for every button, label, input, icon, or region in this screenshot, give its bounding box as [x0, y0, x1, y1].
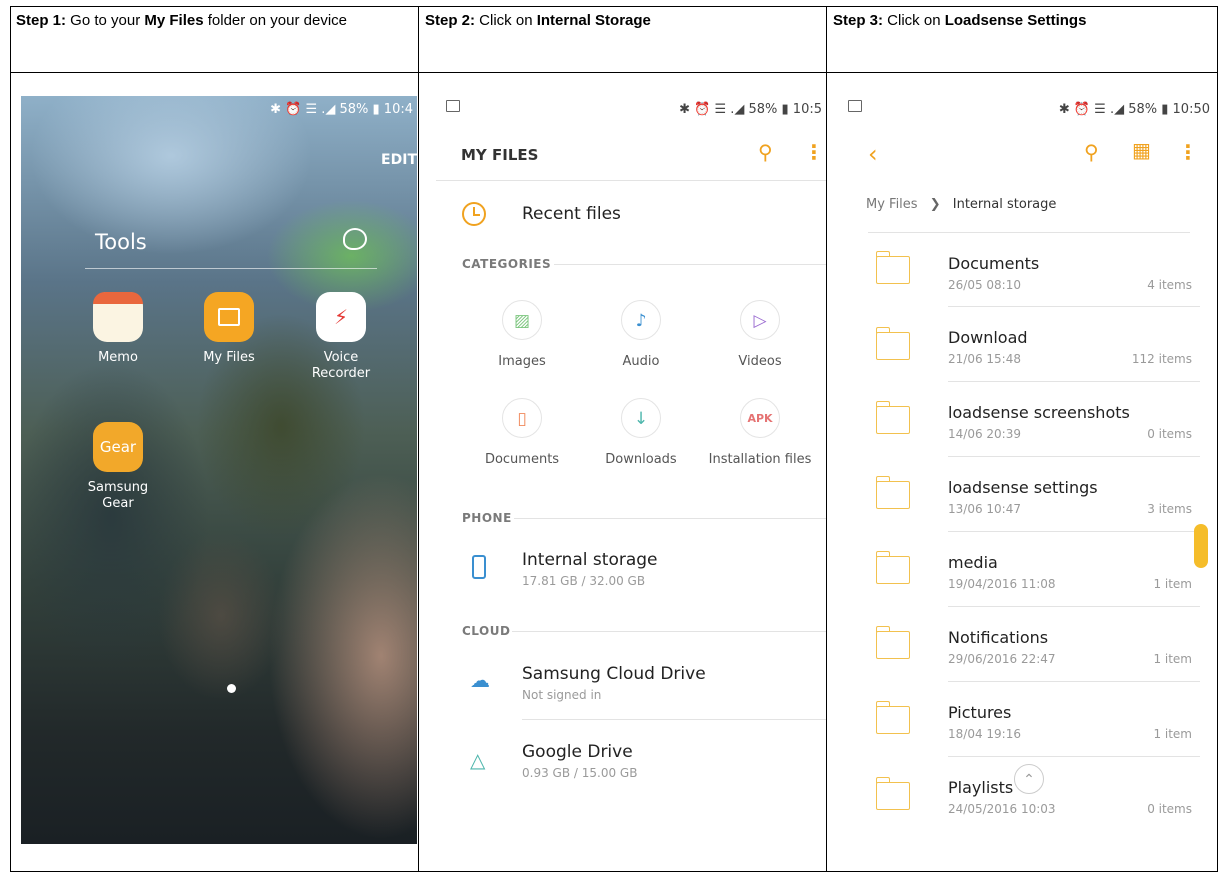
- category-downloads[interactable]: ↓ Downloads: [581, 398, 701, 467]
- section-categories: CATEGORIES: [462, 257, 552, 271]
- screenshot-internal-storage: ✱ ⏰ ☰ .◢ 58% ▮ 10:50 ‹ ⚲ ▦ ⋮ My Files ❯ …: [838, 96, 1214, 870]
- item-divider: [948, 606, 1200, 607]
- section-divider: [514, 518, 826, 519]
- scroll-to-top-button[interactable]: ⌃: [1014, 764, 1044, 794]
- memo-icon: [93, 292, 143, 342]
- category-documents[interactable]: ▯ Documents: [462, 398, 582, 467]
- app-samsung-gear[interactable]: Gear Samsung Gear: [73, 422, 163, 512]
- folder-icon: [876, 251, 910, 284]
- google-drive-icon: △: [470, 748, 486, 772]
- folder-icon: [876, 401, 910, 434]
- item-divider: [948, 306, 1200, 307]
- chevron-right-icon: ❯: [929, 197, 941, 212]
- header-divider: [868, 232, 1190, 233]
- gear-app-icon: Gear: [93, 422, 143, 472]
- clock-icon: [462, 202, 486, 226]
- page-title: MY FILES: [461, 146, 539, 164]
- search-icon[interactable]: ⚲: [758, 140, 773, 164]
- item-divider: [948, 531, 1200, 532]
- item-divider: [948, 456, 1200, 457]
- breadcrumb-root[interactable]: My Files: [866, 197, 918, 212]
- download-folder-icon: [876, 327, 910, 360]
- status-bar: ✱ ⏰ ☰ .◢ 58% ▮ 10:4: [270, 102, 413, 117]
- search-icon[interactable]: ⚲: [1084, 140, 1099, 164]
- gallery-notification-icon: [446, 100, 460, 112]
- step-1-instruction: Step 1: Go to your My Files folder on yo…: [16, 12, 347, 29]
- item-divider: [948, 756, 1200, 757]
- images-icon: ▨: [502, 300, 542, 340]
- cloud-icon: ☁: [470, 668, 490, 692]
- breadcrumb: My Files ❯ Internal storage: [866, 197, 1056, 212]
- audio-icon: ♪: [621, 300, 661, 340]
- category-videos[interactable]: ▷ Videos: [700, 300, 820, 369]
- section-cloud: CLOUD: [462, 624, 511, 638]
- more-options-icon[interactable]: ⋮: [804, 140, 824, 164]
- app-my-files[interactable]: My Files: [184, 292, 274, 366]
- screenshot-my-files: ✱ ⏰ ☰ .◢ 58% ▮ 10:5 MY FILES ⚲ ⋮ Recent …: [436, 96, 826, 870]
- apk-icon: APK: [740, 398, 780, 438]
- more-options-icon[interactable]: ⋮: [1178, 140, 1198, 164]
- status-bar: ✱ ⏰ ☰ .◢ 58% ▮ 10:5: [436, 96, 826, 122]
- page-indicator-dot: [227, 684, 236, 693]
- section-divider: [512, 631, 826, 632]
- recent-files-item[interactable]: Recent files: [522, 204, 621, 224]
- folder-icon: [204, 292, 254, 342]
- column-divider: [826, 6, 827, 872]
- app-voice-recorder[interactable]: ⚡ Voice Recorder: [293, 292, 389, 382]
- fast-scroll-handle[interactable]: [1194, 524, 1208, 568]
- step-3-instruction: Step 3: Click on Loadsense Settings: [833, 12, 1087, 29]
- edit-button[interactable]: EDIT: [381, 152, 417, 168]
- grid-view-icon[interactable]: ▦: [1132, 138, 1151, 162]
- item-divider: [522, 719, 826, 720]
- app-memo[interactable]: Memo: [73, 292, 163, 366]
- folder-icon: [876, 551, 910, 584]
- column-divider: [418, 6, 419, 872]
- back-icon[interactable]: ‹: [868, 140, 878, 168]
- folder-icon: [876, 476, 910, 509]
- section-divider: [554, 264, 826, 265]
- screenshot-home-tools-folder: ✱ ⏰ ☰ .◢ 58% ▮ 10:4 EDIT Tools Memo My F…: [21, 96, 417, 844]
- step-2-instruction: Step 2: Click on Internal Storage: [425, 12, 651, 29]
- item-divider: [948, 381, 1200, 382]
- status-bar: ✱ ⏰ ☰ .◢ 58% ▮ 10:50: [838, 96, 1214, 122]
- palette-icon[interactable]: [343, 228, 367, 250]
- gallery-notification-icon: [848, 100, 862, 112]
- category-installation-files[interactable]: APK Installation files: [700, 398, 820, 467]
- category-audio[interactable]: ♪ Audio: [581, 300, 701, 369]
- downloads-icon: ↓: [621, 398, 661, 438]
- videos-icon: ▷: [740, 300, 780, 340]
- folder-title: Tools: [95, 230, 147, 254]
- category-images[interactable]: ▨ Images: [462, 300, 582, 369]
- folder-title-underline: [85, 268, 377, 269]
- row-divider: [10, 72, 1218, 73]
- section-phone: PHONE: [462, 511, 512, 525]
- folder-icon: [876, 777, 910, 810]
- folder-icon: [876, 626, 910, 659]
- breadcrumb-current: Internal storage: [952, 197, 1057, 212]
- item-divider: [948, 681, 1200, 682]
- phone-icon: [472, 555, 486, 579]
- voice-recorder-icon: ⚡: [316, 292, 366, 342]
- header-divider: [436, 180, 826, 181]
- pictures-folder-icon: [876, 701, 910, 734]
- documents-icon: ▯: [502, 398, 542, 438]
